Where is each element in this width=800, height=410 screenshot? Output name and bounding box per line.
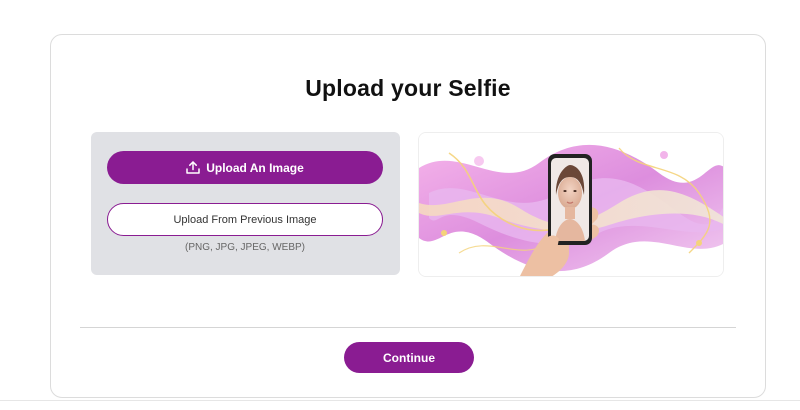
upload-panel: Upload An Image Upload From Previous Ima… xyxy=(91,132,400,275)
accepted-formats: (PNG, JPG, JPEG, WEBP) xyxy=(184,242,305,253)
page-bottom-border xyxy=(0,400,800,401)
upload-previous-button[interactable]: Upload From Previous Image xyxy=(107,203,383,236)
divider xyxy=(80,327,736,328)
continue-button[interactable]: Continue xyxy=(344,342,474,373)
page-title: Upload your Selfie xyxy=(305,75,511,101)
upload-icon xyxy=(186,161,200,174)
upload-image-label: Upload An Image xyxy=(206,160,304,175)
selfie-illustration xyxy=(418,132,724,277)
upload-card: Upload your Selfie Upload An Image Uploa… xyxy=(50,34,766,398)
upload-previous-label: Upload From Previous Image xyxy=(173,213,317,226)
upload-image-button[interactable]: Upload An Image xyxy=(107,151,383,184)
